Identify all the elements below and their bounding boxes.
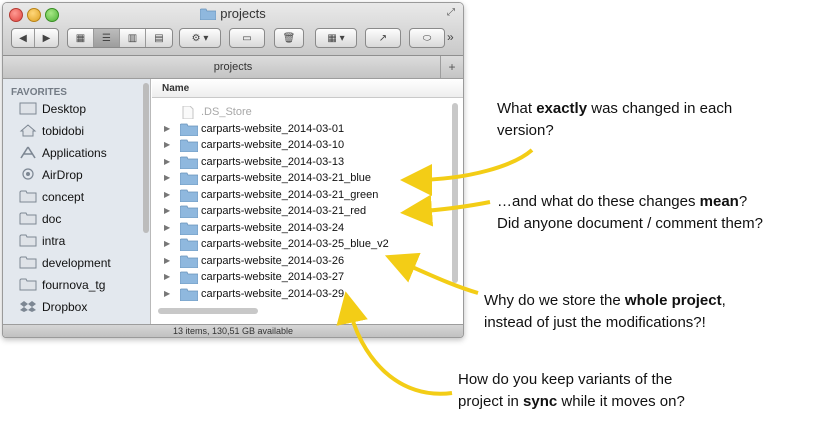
arrow-to-version-list	[384, 252, 479, 295]
annotation-arrows	[336, 148, 534, 396]
arrow-to-blue-version	[400, 148, 534, 196]
arrow-to-red-version	[400, 194, 491, 227]
arrow-to-last-version	[336, 291, 453, 396]
